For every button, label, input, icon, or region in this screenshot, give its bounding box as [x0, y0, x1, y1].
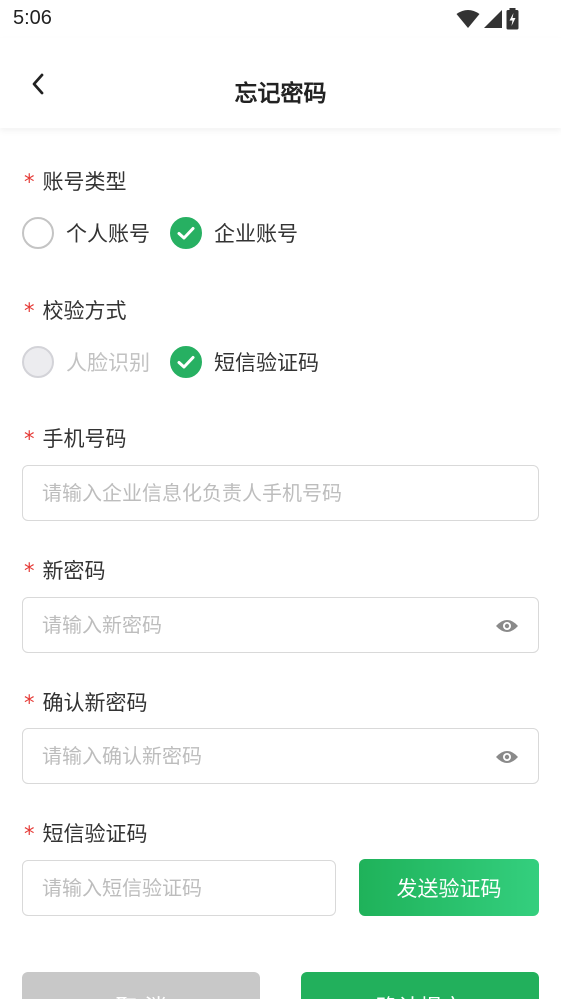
account-type-label-text: 账号类型	[42, 170, 127, 194]
radio-label: 人脸识别	[66, 351, 150, 375]
new-password-input[interactable]	[23, 598, 538, 652]
radio-enterprise-account[interactable]: 企业账号	[170, 217, 298, 249]
sms-code-label-text: 短信验证码	[42, 822, 148, 846]
check-icon	[177, 356, 195, 369]
verify-method-label: * 校验方式	[24, 295, 127, 325]
account-type-radio-group: 个人账号 企业账号	[22, 217, 318, 249]
required-mark: *	[24, 559, 35, 583]
radio-checked-icon[interactable]	[170, 346, 202, 378]
radio-label: 个人账号	[66, 222, 150, 246]
confirm-password-label-text: 确认新密码	[42, 691, 148, 715]
confirm-password-input[interactable]	[23, 729, 538, 783]
confirm-password-label: * 确认新密码	[24, 687, 148, 717]
status-time: 5:06	[13, 7, 52, 29]
radio-label: 企业账号	[214, 222, 298, 246]
required-mark: *	[24, 427, 35, 451]
radio-label: 短信验证码	[214, 351, 319, 375]
required-mark: *	[24, 822, 35, 846]
radio-unchecked-icon[interactable]	[22, 217, 54, 249]
status-bar: 5:06	[0, 0, 561, 38]
phone-label: * 手机号码	[24, 423, 127, 453]
status-icons	[456, 8, 519, 30]
wifi-icon	[456, 10, 480, 28]
sms-code-label: * 短信验证码	[24, 818, 148, 848]
eye-icon[interactable]	[495, 615, 519, 637]
app-bar: 忘记密码	[0, 38, 561, 128]
new-password-field-box	[22, 597, 539, 653]
check-icon	[177, 227, 195, 240]
phone-label-text: 手机号码	[42, 427, 127, 451]
required-mark: *	[24, 299, 35, 323]
battery-icon	[506, 8, 519, 30]
radio-face-recognition: 人脸识别	[22, 346, 150, 378]
radio-checked-icon[interactable]	[170, 217, 202, 249]
verify-method-label-text: 校验方式	[42, 299, 127, 323]
eye-icon[interactable]	[495, 746, 519, 768]
new-password-label: * 新密码	[24, 555, 106, 585]
account-type-label: * 账号类型	[24, 166, 127, 196]
sms-code-field-box	[22, 860, 336, 916]
sms-code-input[interactable]	[23, 861, 335, 915]
confirm-password-field-box	[22, 728, 539, 784]
new-password-label-text: 新密码	[42, 559, 106, 583]
required-mark: *	[24, 170, 35, 194]
cancel-button[interactable]: 取 消	[22, 972, 260, 999]
verify-method-radio-group: 人脸识别 短信验证码	[22, 346, 339, 378]
signal-icon	[484, 10, 502, 28]
required-mark: *	[24, 691, 35, 715]
send-code-button[interactable]: 发送验证码	[359, 859, 539, 916]
phone-input[interactable]	[23, 466, 538, 520]
radio-disabled-icon	[22, 346, 54, 378]
phone-field-box	[22, 465, 539, 521]
confirm-submit-button[interactable]: 确认提交	[301, 972, 539, 999]
radio-sms-code[interactable]: 短信验证码	[170, 346, 319, 378]
page-title: 忘记密码	[234, 81, 327, 107]
radio-personal-account[interactable]: 个人账号	[22, 217, 150, 249]
